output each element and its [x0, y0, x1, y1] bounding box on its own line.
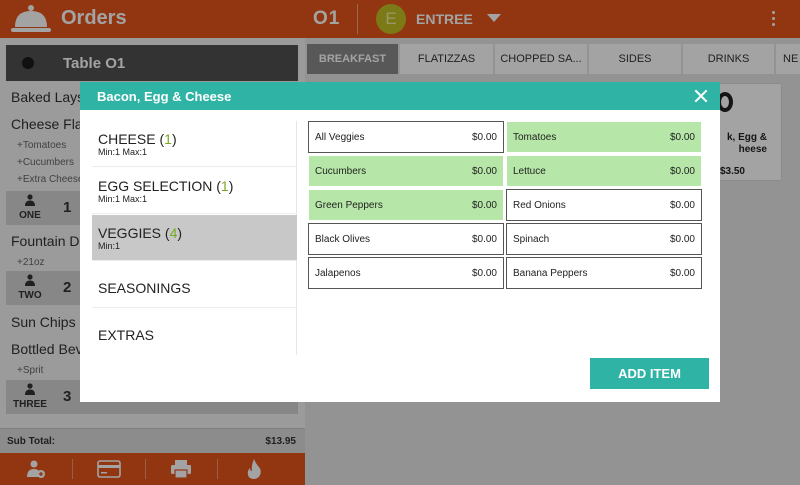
- modifier-option[interactable]: Red Onions $0.00: [506, 189, 702, 221]
- modifier-option[interactable]: Tomatoes $0.00: [506, 121, 702, 153]
- modifier-group-limits: Min:1: [98, 241, 121, 251]
- modifier-option[interactable]: Jalapenos $0.00: [308, 257, 504, 289]
- modifier-option[interactable]: Banana Peppers $0.00: [506, 257, 702, 289]
- modifier-group-title: VEGGIES (4): [98, 225, 183, 241]
- modifier-group-egg-selection[interactable]: EGG SELECTION (1) Min:1 Max:1: [92, 168, 297, 214]
- modifier-option[interactable]: Lettuce $0.00: [506, 155, 702, 187]
- modifier-group-extras[interactable]: EXTRAS: [92, 309, 297, 355]
- dialog-title: Bacon, Egg & Cheese: [97, 89, 232, 104]
- modifier-group-limits: Min:1 Max:1: [98, 194, 148, 204]
- modifier-option[interactable]: Black Olives $0.00: [308, 223, 504, 255]
- modifier-group-title: SEASONINGS: [98, 280, 191, 296]
- modifier-group-veggies[interactable]: VEGGIES (4) Min:1: [92, 215, 297, 261]
- modifier-option[interactable]: All Veggies $0.00: [308, 121, 504, 153]
- modifier-group-title: CHEESE (1): [98, 131, 177, 147]
- close-icon[interactable]: [694, 89, 708, 103]
- modifier-option[interactable]: Cucumbers $0.00: [308, 155, 504, 187]
- modifier-option[interactable]: Green Peppers $0.00: [308, 189, 504, 221]
- modifier-group-seasonings[interactable]: SEASONINGS: [92, 262, 297, 308]
- add-item-button[interactable]: ADD ITEM: [590, 358, 709, 389]
- modifier-group-cheese[interactable]: CHEESE (1) Min:1 Max:1: [92, 121, 297, 167]
- modifier-dialog: Bacon, Egg & Cheese CHEESE (1) Min:1 Max…: [80, 82, 720, 402]
- dialog-header: Bacon, Egg & Cheese: [80, 82, 720, 110]
- modifier-group-list: CHEESE (1) Min:1 Max:1 EGG SELECTION (1)…: [92, 121, 297, 355]
- modifier-group-limits: Min:1 Max:1: [98, 147, 148, 157]
- modifier-group-title: EGG SELECTION (1): [98, 178, 234, 194]
- modifier-option[interactable]: Spinach $0.00: [506, 223, 702, 255]
- modifier-group-title: EXTRAS: [98, 327, 155, 343]
